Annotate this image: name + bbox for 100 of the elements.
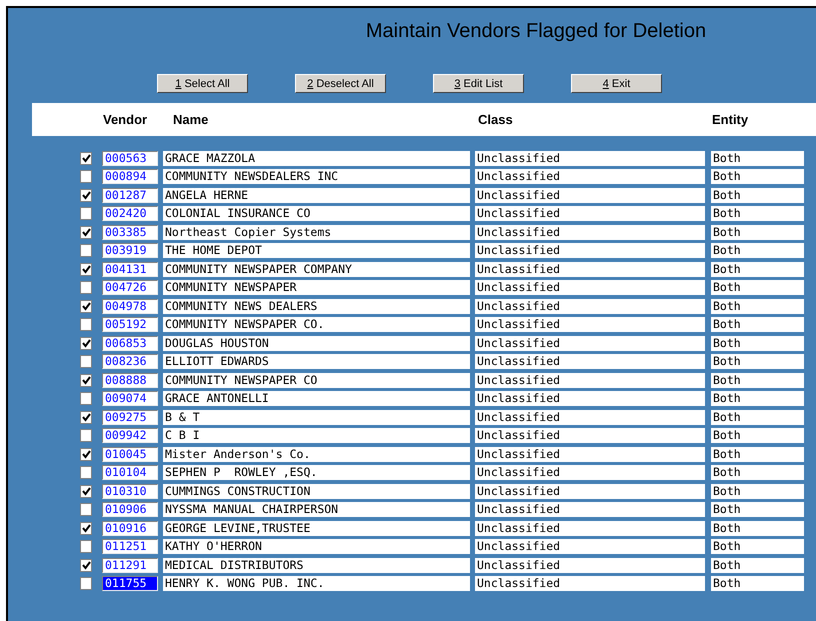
class-field[interactable]: Unclassified: [475, 336, 705, 350]
entity-field[interactable]: Both: [711, 520, 804, 536]
entity-field[interactable]: Both: [711, 188, 804, 202]
checkbox[interactable]: [80, 300, 92, 312]
entity-field[interactable]: Both: [711, 336, 804, 350]
class-field[interactable]: Unclassified: [475, 484, 705, 498]
vendor-field[interactable]: 004131: [102, 262, 158, 276]
checkbox[interactable]: [80, 540, 92, 553]
class-field[interactable]: Unclassified: [475, 206, 705, 221]
class-field[interactable]: Unclassified: [475, 410, 705, 424]
name-field[interactable]: DOUGLAS HOUSTON: [163, 336, 470, 350]
vendor-field[interactable]: 000563: [102, 150, 158, 166]
class-field[interactable]: Unclassified: [475, 520, 705, 536]
vendor-field[interactable]: 009074: [102, 391, 158, 406]
vendor-field[interactable]: 009275: [102, 410, 158, 424]
vendor-field[interactable]: 008888: [102, 372, 158, 388]
name-field[interactable]: COMMUNITY NEWSPAPER CO.: [163, 317, 470, 332]
checkbox[interactable]: [80, 262, 92, 276]
checkbox[interactable]: [80, 522, 92, 534]
checkbox[interactable]: [80, 448, 92, 460]
name-field[interactable]: GEORGE LEVINE,TRUSTEE: [163, 520, 470, 536]
vendor-field[interactable]: 010045: [102, 446, 158, 462]
vendor-field[interactable]: 010310: [102, 484, 158, 498]
entity-field[interactable]: Both: [711, 169, 804, 184]
checkbox[interactable]: [80, 244, 92, 257]
vendor-field[interactable]: 002420: [102, 206, 158, 221]
class-field[interactable]: Unclassified: [475, 243, 705, 258]
checkbox[interactable]: [80, 374, 92, 386]
toolbar-button[interactable]: 1 Select All: [157, 74, 248, 93]
checkbox[interactable]: [80, 281, 92, 294]
vendor-field[interactable]: 010916: [102, 520, 158, 536]
entity-field[interactable]: Both: [711, 206, 804, 221]
checkbox[interactable]: [80, 466, 92, 479]
name-field[interactable]: GRACE ANTONELLI: [163, 391, 470, 406]
name-field[interactable]: SEPHEN P ROWLEY ,ESQ.: [163, 465, 470, 480]
class-field[interactable]: Unclassified: [475, 428, 705, 443]
checkbox[interactable]: [80, 152, 92, 164]
entity-field[interactable]: Both: [711, 224, 804, 240]
name-field[interactable]: COMMUNITY NEWSPAPER CO: [163, 372, 470, 388]
checkbox[interactable]: [80, 410, 92, 424]
name-field[interactable]: COMMUNITY NEWSDEALERS INC: [163, 169, 470, 184]
checkbox[interactable]: [80, 429, 92, 442]
toolbar-button[interactable]: 3 Edit List: [433, 74, 524, 93]
vendor-field[interactable]: 004978: [102, 298, 158, 314]
entity-field[interactable]: Both: [711, 558, 804, 572]
checkbox[interactable]: [80, 577, 92, 590]
checkbox[interactable]: [80, 355, 92, 368]
entity-field[interactable]: Both: [711, 391, 804, 406]
name-field[interactable]: ELLIOTT EDWARDS: [163, 354, 470, 369]
vendor-field[interactable]: 010104: [102, 465, 158, 480]
vendor-field[interactable]: 003385: [102, 224, 158, 240]
entity-field[interactable]: Both: [711, 428, 804, 443]
checkbox[interactable]: [80, 318, 92, 331]
name-field[interactable]: CUMMINGS CONSTRUCTION: [163, 484, 470, 498]
checkbox[interactable]: [80, 226, 92, 238]
checkbox[interactable]: [80, 336, 92, 350]
name-field[interactable]: KATHY O'HERRON: [163, 539, 470, 554]
class-field[interactable]: Unclassified: [475, 188, 705, 202]
name-field[interactable]: COMMUNITY NEWSPAPER COMPANY: [163, 262, 470, 276]
checkbox[interactable]: [80, 188, 92, 202]
class-field[interactable]: Unclassified: [475, 465, 705, 480]
name-field[interactable]: HENRY K. WONG PUB. INC.: [163, 576, 470, 591]
vendor-field[interactable]: 006853: [102, 336, 158, 350]
name-field[interactable]: COMMUNITY NEWSPAPER: [163, 280, 470, 295]
entity-field[interactable]: Both: [711, 576, 804, 591]
class-field[interactable]: Unclassified: [475, 391, 705, 406]
checkbox[interactable]: [80, 392, 92, 405]
entity-field[interactable]: Both: [711, 372, 804, 388]
class-field[interactable]: Unclassified: [475, 446, 705, 462]
vendor-field[interactable]: 001287: [102, 188, 158, 202]
vendor-field[interactable]: 005192: [102, 317, 158, 332]
class-field[interactable]: Unclassified: [475, 262, 705, 276]
vendor-field[interactable]: 004726: [102, 280, 158, 295]
name-field[interactable]: GRACE MAZZOLA: [163, 150, 470, 166]
class-field[interactable]: Unclassified: [475, 558, 705, 572]
entity-field[interactable]: Both: [711, 465, 804, 480]
name-field[interactable]: ANGELA HERNE: [163, 188, 470, 202]
toolbar-button[interactable]: 4 Exit: [571, 74, 662, 93]
name-field[interactable]: C B I: [163, 428, 470, 443]
class-field[interactable]: Unclassified: [475, 224, 705, 240]
name-field[interactable]: MEDICAL DISTRIBUTORS: [163, 558, 470, 572]
name-field[interactable]: COLONIAL INSURANCE CO: [163, 206, 470, 221]
entity-field[interactable]: Both: [711, 150, 804, 166]
entity-field[interactable]: Both: [711, 243, 804, 258]
vendor-field[interactable]: 000894: [102, 169, 158, 184]
class-field[interactable]: Unclassified: [475, 317, 705, 332]
entity-field[interactable]: Both: [711, 484, 804, 498]
entity-field[interactable]: Both: [711, 317, 804, 332]
entity-field[interactable]: Both: [711, 446, 804, 462]
name-field[interactable]: NYSSMA MANUAL CHAIRPERSON: [163, 502, 470, 517]
checkbox[interactable]: [80, 207, 92, 220]
class-field[interactable]: Unclassified: [475, 539, 705, 554]
name-field[interactable]: Northeast Copier Systems: [163, 224, 470, 240]
name-field[interactable]: THE HOME DEPOT: [163, 243, 470, 258]
checkbox[interactable]: [80, 503, 92, 516]
vendor-field[interactable]: 011291: [102, 558, 158, 572]
entity-field[interactable]: Both: [711, 354, 804, 369]
checkbox[interactable]: [80, 484, 92, 498]
class-field[interactable]: Unclassified: [475, 280, 705, 295]
toolbar-button[interactable]: 2 Deselect All: [295, 74, 386, 93]
